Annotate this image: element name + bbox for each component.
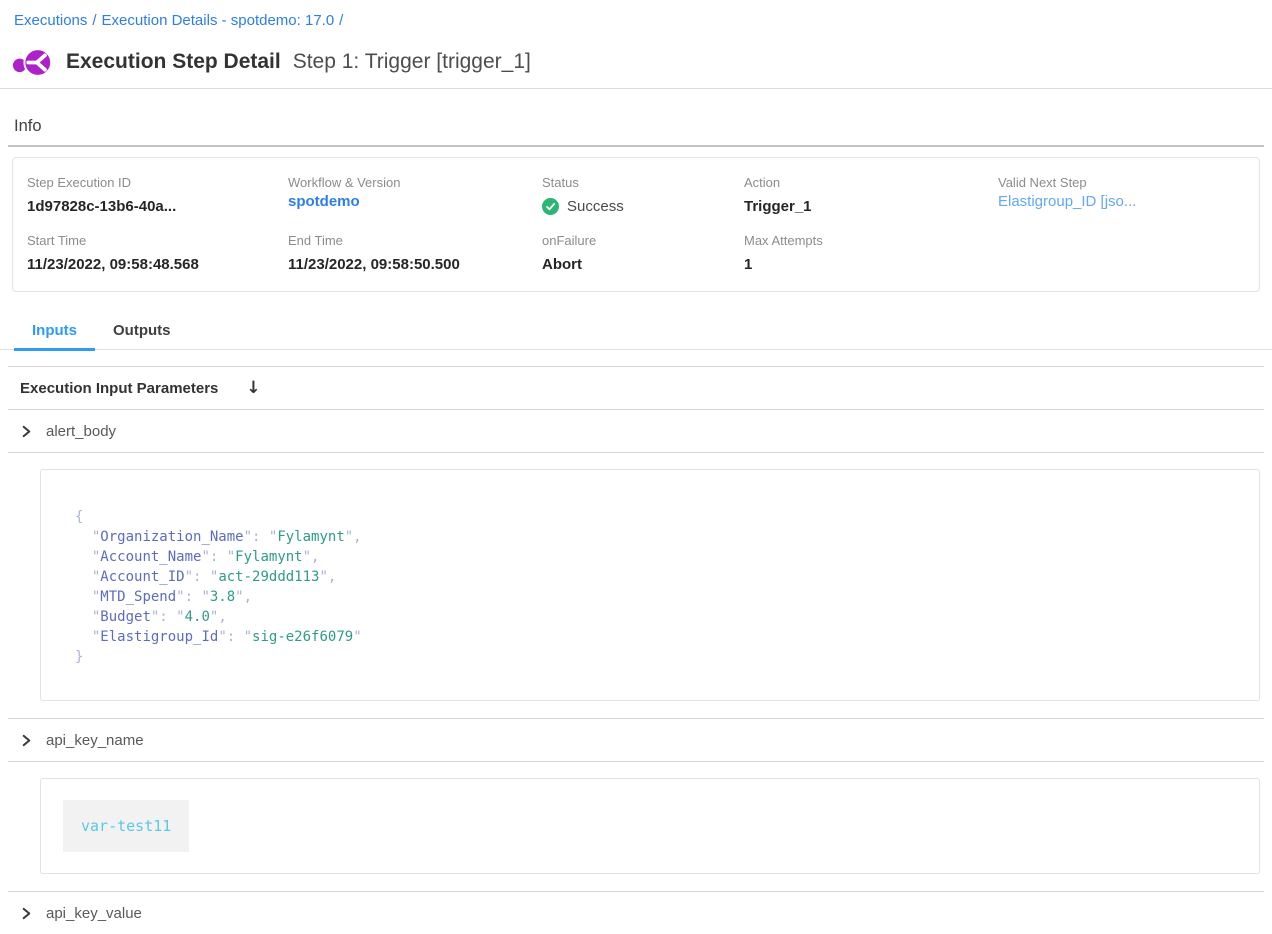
param-content-api_key_name: var-test11 <box>40 778 1260 874</box>
info-field: Max Attempts 1 <box>744 233 998 275</box>
chevron-right-icon <box>20 425 33 438</box>
input-parameters-list: Execution Input Parameters ↓ alert_body { "… <box>0 366 1272 934</box>
param-row-api_key_value[interactable]: api_key_value <box>0 892 1272 934</box>
info-heading-divider <box>8 145 1264 147</box>
success-check-icon <box>542 198 559 215</box>
info-field-value: Abort <box>542 254 744 275</box>
info-field: onFailure Abort <box>542 233 744 275</box>
breadcrumb-link[interactable]: Execution Details - spotdemo: 17.0 <box>102 12 335 29</box>
json-code-block: { "Organization_Name": "Fylamynt", "Acco… <box>75 507 1229 667</box>
info-field <box>998 233 1249 275</box>
info-field-value-link[interactable]: Elastigroup_ID [jso... <box>998 193 1136 210</box>
breadcrumb-separator: / <box>339 12 343 29</box>
param-row-api_key_name[interactable]: api_key_name <box>0 719 1272 761</box>
info-field-value: 1d97828c-13b6-40a... <box>27 196 288 217</box>
arrow-down-icon[interactable]: ↓ <box>246 378 260 398</box>
info-field-label: Step Execution ID <box>27 175 288 191</box>
param-content-alert_body: { "Organization_Name": "Fylamynt", "Acco… <box>40 469 1260 701</box>
chevron-right-icon <box>20 907 33 920</box>
tab-inputs[interactable]: Inputs <box>14 316 95 351</box>
info-card: Step Execution ID 1d97828c-13b6-40a...Wor… <box>12 157 1260 292</box>
status-text: Success <box>567 196 624 217</box>
json-code-box: { "Organization_Name": "Fylamynt", "Acco… <box>40 469 1260 701</box>
info-section-heading: Info <box>14 117 1272 136</box>
info-field-label: Workflow & Version <box>288 175 542 191</box>
info-field: Start Time 11/23/2022, 09:58:48.568 <box>27 233 288 275</box>
tab-bar: InputsOutputs <box>0 316 1272 350</box>
info-field-label: Valid Next Step <box>998 175 1249 191</box>
param-value-badge: var-test11 <box>63 800 189 852</box>
tab-outputs[interactable]: Outputs <box>95 316 189 349</box>
info-field-value: 11/23/2022, 09:58:48.568 <box>27 254 288 275</box>
badge-box: var-test11 <box>40 778 1260 874</box>
info-field-value: 11/23/2022, 09:58:50.500 <box>288 254 542 275</box>
info-field: Status Success <box>542 175 744 217</box>
info-field-label: Start Time <box>27 233 288 249</box>
breadcrumb-link[interactable]: Executions <box>14 12 87 29</box>
breadcrumb-separator: / <box>92 12 96 29</box>
info-field: End Time 11/23/2022, 09:58:50.500 <box>288 233 542 275</box>
section-divider <box>8 452 1264 453</box>
param-row-alert_body[interactable]: alert_body <box>0 410 1272 452</box>
info-field: Action Trigger_1 <box>744 175 998 217</box>
execution-input-parameters-header: Execution Input Parameters ↓ <box>0 367 1272 409</box>
info-field-label: onFailure <box>542 233 744 249</box>
info-field-value: 1 <box>744 254 998 275</box>
section-title: Execution Input Parameters <box>20 380 218 397</box>
execution-step-detail-page: Executions/Execution Details - spotdemo:… <box>0 0 1272 934</box>
section-divider <box>8 761 1264 762</box>
info-field-label: Action <box>744 175 998 191</box>
fylamynt-logo-icon <box>12 46 54 79</box>
page-header: Execution Step Detail Step 1: Trigger [t… <box>12 45 1272 79</box>
info-field-value-link[interactable]: spotdemo <box>288 193 360 210</box>
info-field: Valid Next Step Elastigroup_ID [jso... <box>998 175 1249 217</box>
param-name: alert_body <box>46 423 116 440</box>
header-divider <box>0 88 1272 89</box>
info-field-label: Max Attempts <box>744 233 998 249</box>
breadcrumb: Executions/Execution Details - spotdemo:… <box>0 0 1272 31</box>
page-subtitle: Step 1: Trigger [trigger_1] <box>293 50 531 74</box>
page-title: Execution Step Detail <box>66 50 281 74</box>
info-field: Workflow & Version spotdemo <box>288 175 542 217</box>
param-name: api_key_name <box>46 732 144 749</box>
status-badge: Success <box>542 196 744 217</box>
info-field-label: End Time <box>288 233 542 249</box>
info-field: Step Execution ID 1d97828c-13b6-40a... <box>27 175 288 217</box>
info-field-label: Status <box>542 175 744 191</box>
info-field-value: Trigger_1 <box>744 196 998 217</box>
chevron-right-icon <box>20 734 33 747</box>
